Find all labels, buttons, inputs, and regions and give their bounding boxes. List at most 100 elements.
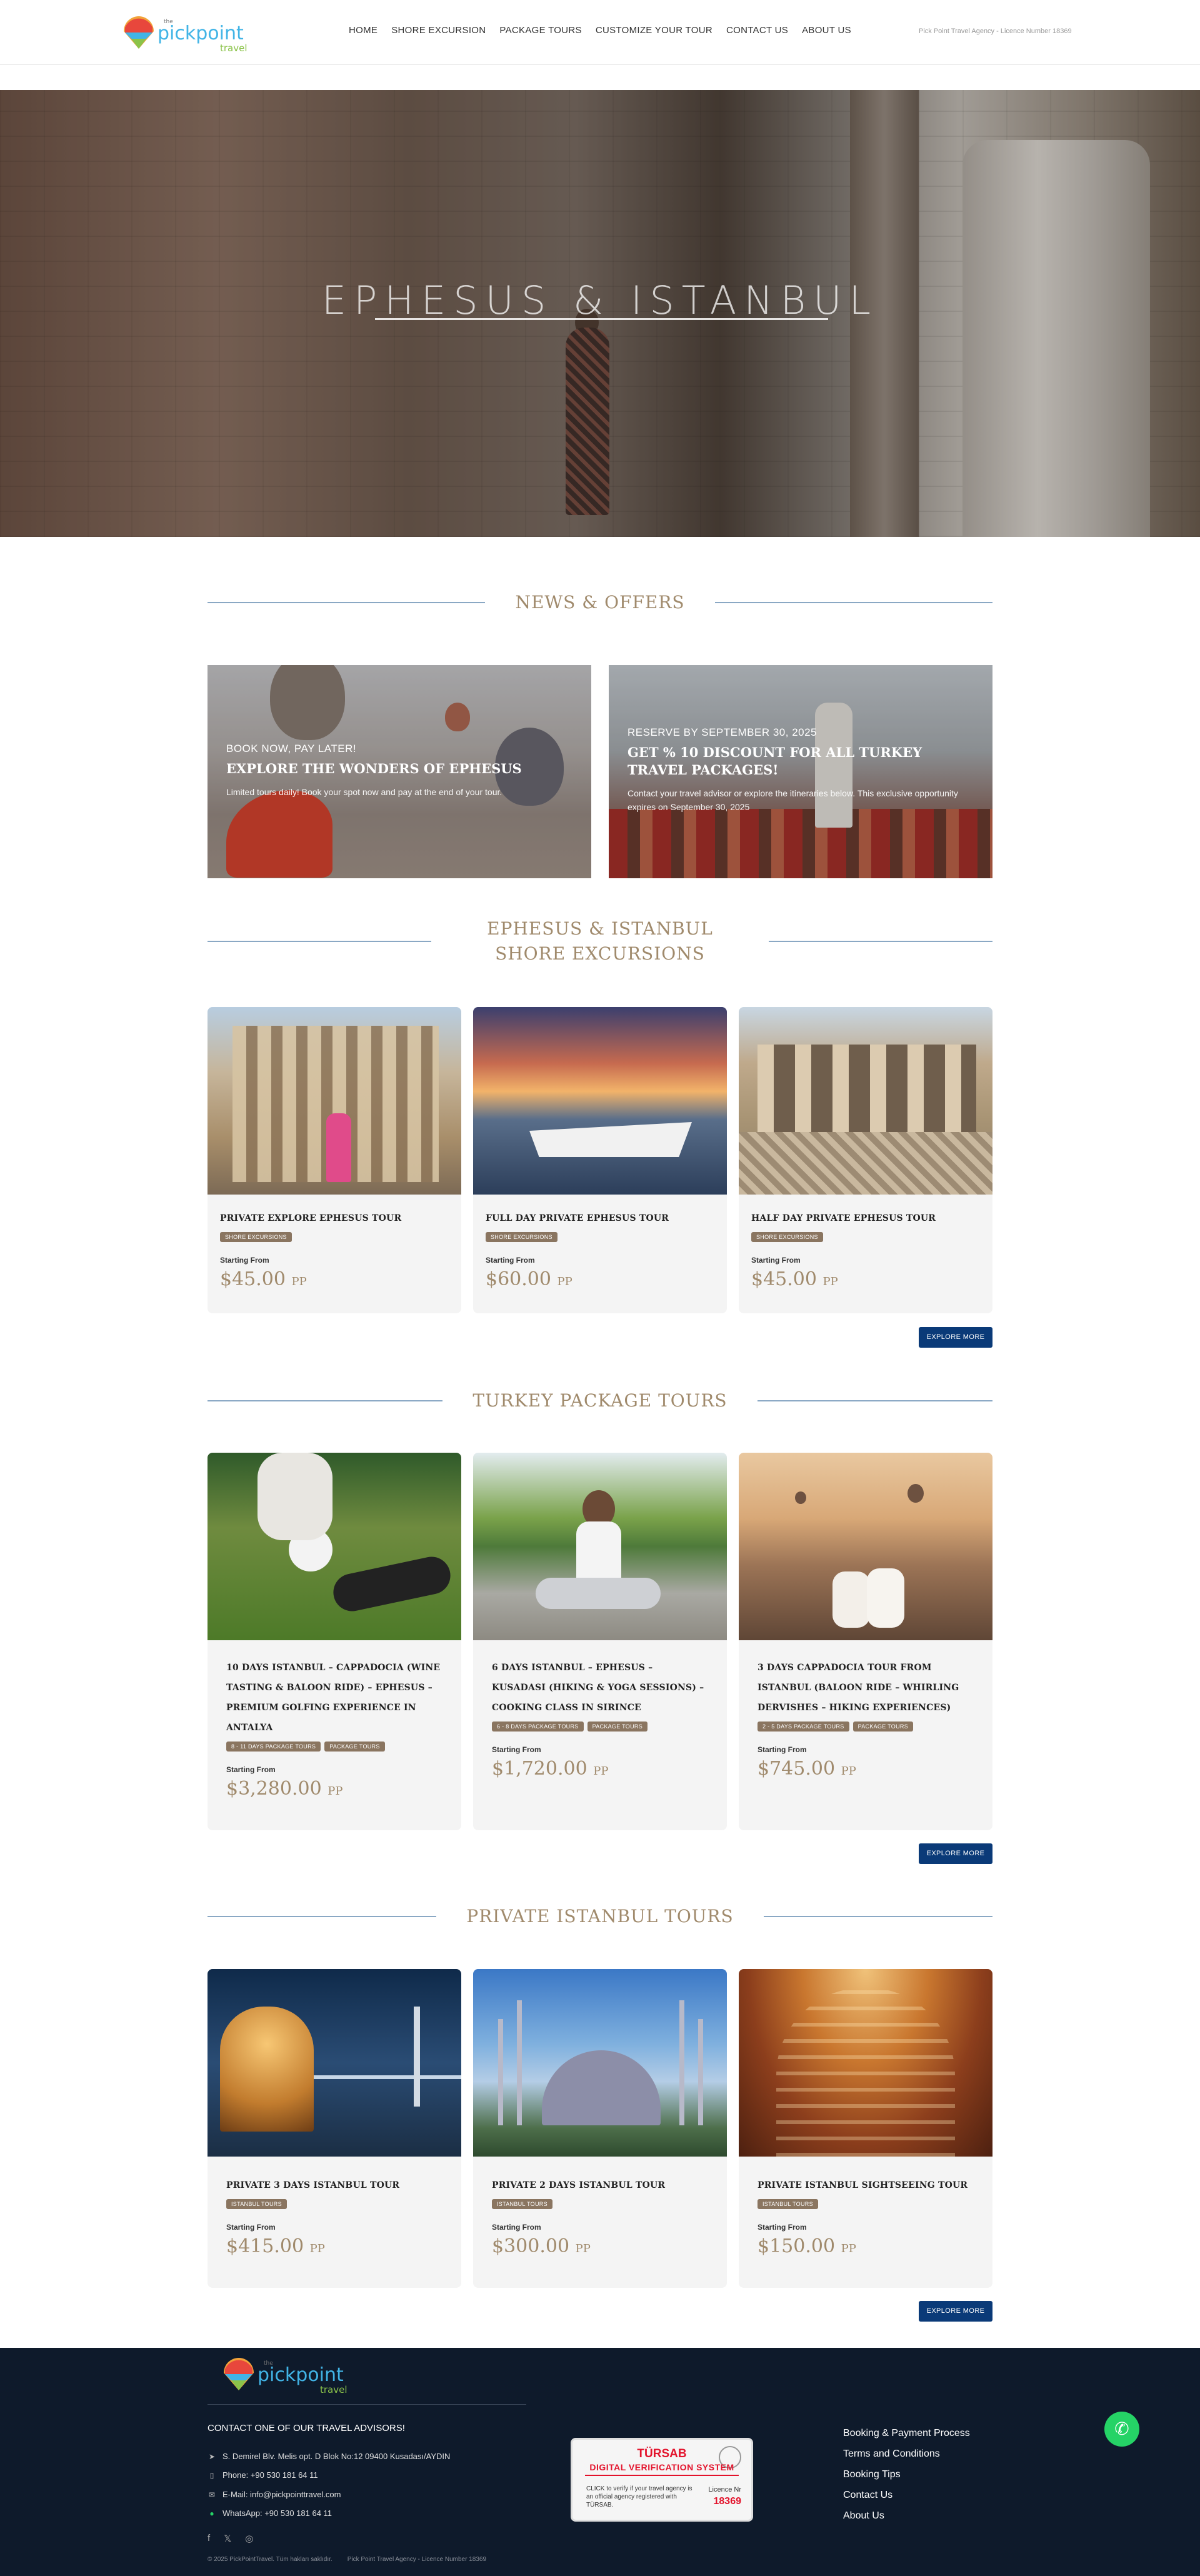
category-badge[interactable]: SHORE EXCURSIONS xyxy=(751,1232,823,1242)
footer-divider xyxy=(208,2404,526,2405)
card-body: 6 DAYS ISTANBUL – EPHESUS – KUSADASI (HI… xyxy=(473,1658,727,1780)
tour-title[interactable]: 10 DAYS ISTANBUL – CAPPADOCIA (WINE TAST… xyxy=(226,1658,442,1738)
footer-email[interactable]: ✉ E-Mail: info@pickpointtravel.com xyxy=(208,2490,341,2499)
tour-price: $415.00 PP xyxy=(226,2235,442,2257)
category-badge[interactable]: 6 - 8 DAYS PACKAGE TOURS xyxy=(492,1722,584,1732)
tour-card[interactable]: PRIVATE EXPLORE EPHESUS TOUR SHORE EXCUR… xyxy=(208,1007,461,1313)
price-value: $45.00 xyxy=(220,1268,286,1290)
tour-card[interactable]: PRIVATE 3 DAYS ISTANBUL TOUR ISTANBUL TO… xyxy=(208,1969,461,2288)
card-body: HALF DAY PRIVATE EPHESUS TOUR SHORE EXCU… xyxy=(739,1208,992,1290)
footer-licence-text: Pick Point Travel Agency - Licence Numbe… xyxy=(347,2556,487,2563)
badge-list: SHORE EXCURSIONS xyxy=(486,1232,714,1242)
tour-title[interactable]: PRIVATE 2 DAYS ISTANBUL TOUR xyxy=(492,2175,708,2195)
price-label: Starting From xyxy=(492,2223,541,2232)
category-badge[interactable]: 8 - 11 DAYS PACKAGE TOURS xyxy=(226,1742,321,1752)
tursab-verification-badge[interactable]: TÜRSAB DIGITAL VERIFICATION SYSTEM CLICK… xyxy=(571,2438,753,2522)
nav-package-tours[interactable]: PACKAGE TOURS xyxy=(499,25,581,36)
logo-pin-icon xyxy=(124,16,154,49)
footer-contact-title: CONTACT ONE OF OUR TRAVEL ADVISORS! xyxy=(208,2423,405,2433)
nav-customize-your-tour[interactable]: CUSTOMIZE YOUR TOUR xyxy=(596,25,712,36)
footer-logo[interactable]: the pickpoint travel xyxy=(220,2354,370,2395)
tour-card[interactable]: 6 DAYS ISTANBUL – EPHESUS – KUSADASI (HI… xyxy=(473,1453,727,1830)
nav-shore-excursion[interactable]: SHORE EXCURSION xyxy=(391,25,486,36)
tursab-description: CLICK to verify if your travel agency is… xyxy=(586,2485,692,2508)
shore-explore-more-button[interactable]: EXPLORE MORE xyxy=(919,1327,992,1348)
category-badge[interactable]: 2 - 5 DAYS PACKAGE TOURS xyxy=(758,1722,849,1732)
tour-card[interactable]: PRIVATE 2 DAYS ISTANBUL TOUR ISTANBUL TO… xyxy=(473,1969,727,2288)
category-badge[interactable]: PACKAGE TOURS xyxy=(587,1722,648,1732)
footer-whatsapp[interactable]: ● WhatsApp: +90 530 181 64 11 xyxy=(208,2508,332,2518)
phone-text[interactable]: Phone: +90 530 181 64 11 xyxy=(222,2470,318,2480)
category-badge[interactable]: ISTANBUL TOURS xyxy=(226,2199,287,2209)
category-badge[interactable]: PACKAGE TOURS xyxy=(852,1722,913,1732)
address-text: S. Demirel Blv. Melis opt. D Blok No:12 … xyxy=(222,2452,451,2461)
whatsapp-float-button[interactable]: ✆ xyxy=(1104,2412,1139,2447)
badge-list: SHORE EXCURSIONS xyxy=(220,1232,449,1242)
link-booking-payment[interactable]: Booking & Payment Process xyxy=(843,2427,970,2440)
tour-card[interactable]: 10 DAYS ISTANBUL – CAPPADOCIA (WINE TAST… xyxy=(208,1453,461,1830)
link-terms[interactable]: Terms and Conditions xyxy=(843,2447,970,2460)
tour-title[interactable]: PRIVATE ISTANBUL SIGHTSEEING TOUR xyxy=(758,2175,974,2195)
tour-card[interactable]: FULL DAY PRIVATE EPHESUS TOUR SHORE EXCU… xyxy=(473,1007,727,1313)
nav-about-us[interactable]: ABOUT US xyxy=(802,25,851,36)
price-unit: PP xyxy=(291,1275,307,1288)
card-body: 10 DAYS ISTANBUL – CAPPADOCIA (WINE TAST… xyxy=(208,1658,461,1800)
tour-card[interactable]: 3 DAYS CAPPADOCIA TOUR FROM ISTANBUL (BA… xyxy=(739,1453,992,1830)
heading-rule-left xyxy=(208,602,486,603)
tour-title[interactable]: PRIVATE EXPLORE EPHESUS TOUR xyxy=(220,1208,449,1228)
tursab-system-title: DIGITAL VERIFICATION SYSTEM xyxy=(589,2462,734,2472)
category-badge[interactable]: SHORE EXCURSIONS xyxy=(220,1232,292,1242)
main-nav: HOME SHORE EXCURSION PACKAGE TOURS CUSTO… xyxy=(349,25,851,36)
price-value: $3,280.00 xyxy=(226,1778,322,1800)
whatsapp-text[interactable]: WhatsApp: +90 530 181 64 11 xyxy=(222,2508,332,2518)
tour-image-library-of-celsus xyxy=(208,1007,461,1195)
card-body: PRIVATE EXPLORE EPHESUS TOUR SHORE EXCUR… xyxy=(208,1208,461,1290)
package-explore-more-button[interactable]: EXPLORE MORE xyxy=(919,1843,992,1864)
nav-contact-us[interactable]: CONTACT US xyxy=(726,25,788,36)
link-contact-us[interactable]: Contact Us xyxy=(843,2488,970,2502)
news-section-heading: NEWS & OFFERS xyxy=(208,590,993,615)
logo-wordmark: the pickpoint xyxy=(258,2360,344,2386)
price-value: $1,720.00 xyxy=(492,1758,588,1780)
offer-card-ephesus[interactable]: BOOK NOW, PAY LATER! EXPLORE THE WONDERS… xyxy=(208,665,591,878)
tour-title[interactable]: HALF DAY PRIVATE EPHESUS TOUR xyxy=(751,1208,980,1228)
price-label: Starting From xyxy=(492,1745,541,1754)
tour-card[interactable]: PRIVATE ISTANBUL SIGHTSEEING TOUR ISTANB… xyxy=(739,1969,992,2288)
price-label: Starting From xyxy=(758,2223,807,2232)
x-twitter-icon[interactable]: 𝕏 xyxy=(224,2533,231,2544)
tour-title[interactable]: PRIVATE 3 DAYS ISTANBUL TOUR xyxy=(226,2175,442,2195)
shore-heading-text: EPHESUS & ISTANBUL SHORE EXCURSIONS xyxy=(487,918,713,964)
email-text[interactable]: E-Mail: info@pickpointtravel.com xyxy=(222,2490,341,2499)
category-badge[interactable]: ISTANBUL TOURS xyxy=(758,2199,818,2209)
tour-title[interactable]: FULL DAY PRIVATE EPHESUS TOUR xyxy=(486,1208,714,1228)
istanbul-heading-text: PRIVATE ISTANBUL TOURS xyxy=(466,1906,734,1927)
tour-image-ortakoy-mosque xyxy=(208,1969,461,2157)
shore-section-heading: EPHESUS & ISTANBUL SHORE EXCURSIONS xyxy=(208,916,992,966)
tursab-name: TÜRSAB xyxy=(637,2447,687,2460)
category-badge[interactable]: SHORE EXCURSIONS xyxy=(486,1232,558,1242)
nav-home[interactable]: HOME xyxy=(349,25,378,36)
offer-text: BOOK NOW, PAY LATER! EXPLORE THE WONDERS… xyxy=(226,743,522,799)
category-badge[interactable]: ISTANBUL TOURS xyxy=(492,2199,552,2209)
package-section-heading: TURKEY PACKAGE TOURS xyxy=(208,1388,992,1413)
instagram-icon[interactable]: ◎ xyxy=(245,2533,253,2544)
tour-title[interactable]: 6 DAYS ISTANBUL – EPHESUS – KUSADASI (HI… xyxy=(492,1658,708,1718)
istanbul-explore-more-button[interactable]: EXPLORE MORE xyxy=(919,2301,992,2322)
link-about-us[interactable]: About Us xyxy=(843,2509,970,2522)
site-logo[interactable]: the pickpoint travel xyxy=(120,13,270,54)
category-badge[interactable]: PACKAGE TOURS xyxy=(324,1742,385,1752)
badge-list: ISTANBUL TOURS xyxy=(492,2199,708,2209)
tour-card[interactable]: HALF DAY PRIVATE EPHESUS TOUR SHORE EXCU… xyxy=(739,1007,992,1313)
offer-description: Contact your travel advisor or explore t… xyxy=(628,788,958,812)
price-value: $300.00 xyxy=(492,2235,570,2257)
tour-title[interactable]: 3 DAYS CAPPADOCIA TOUR FROM ISTANBUL (BA… xyxy=(758,1658,974,1718)
copyright-text: © 2025 PickPointTravel. Tüm hakları sakl… xyxy=(208,2556,332,2563)
badge-list: ISTANBUL TOURS xyxy=(758,2199,974,2209)
offer-card-discount[interactable]: RESERVE BY SEPTEMBER 30, 2025 GET % 10 D… xyxy=(609,665,992,878)
hero-underline xyxy=(375,318,828,320)
link-booking-tips[interactable]: Booking Tips xyxy=(843,2468,970,2481)
card-body: 3 DAYS CAPPADOCIA TOUR FROM ISTANBUL (BA… xyxy=(739,1658,992,1780)
logo-wordmark: the pickpoint xyxy=(158,19,244,44)
facebook-icon[interactable]: f xyxy=(208,2533,210,2544)
footer-phone[interactable]: ▯ Phone: +90 530 181 64 11 xyxy=(208,2470,318,2480)
